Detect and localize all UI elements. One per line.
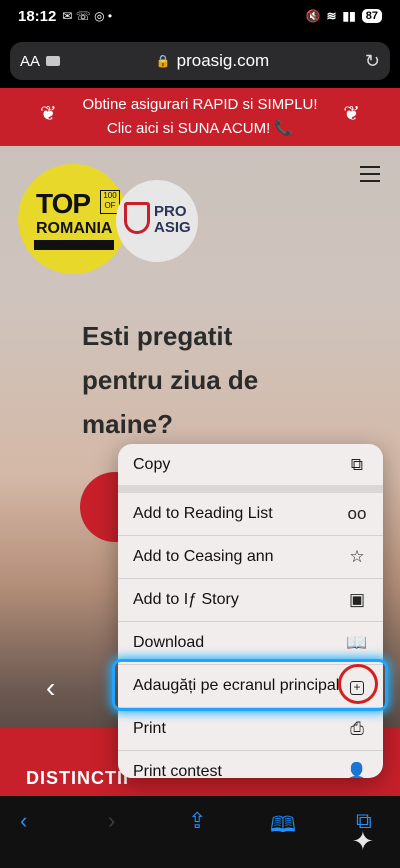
browser-toolbar: ‹ › ⇪ 🕮 ⧉ xyxy=(0,796,400,868)
glasses-icon: oo xyxy=(347,504,367,523)
proasig-logo[interactable]: PRO ASIG xyxy=(116,180,198,262)
menu-item-label: Copy xyxy=(133,455,171,473)
section-heading: DISTINCTII xyxy=(26,768,129,788)
badge-top-word: TOP xyxy=(36,188,91,219)
hamburger-menu-icon[interactable] xyxy=(360,166,380,182)
browser-header: AA 🔒 proasig.com ↻ xyxy=(0,32,400,88)
menu-item-download[interactable]: Download 📖 xyxy=(118,622,383,664)
menu-item-label: Print xyxy=(133,720,166,737)
logo-line-1: PRO xyxy=(154,203,187,220)
menu-item-label: Print contest xyxy=(133,763,222,778)
share-context-menu: Copy ⧉ Add to Reading List oo Add to Cea… xyxy=(118,444,383,778)
leaf-icon: ❦ xyxy=(343,103,360,125)
annotation-circle xyxy=(338,664,378,704)
address-bar[interactable]: AA 🔒 proasig.com ↻ xyxy=(10,42,390,80)
text-size-button[interactable]: AA xyxy=(20,53,40,70)
bookmarks-icon[interactable]: 🕮 xyxy=(270,808,296,846)
menu-item-print-contest[interactable]: Print contest 👤 xyxy=(118,751,383,778)
menu-item-label: Download xyxy=(133,634,205,651)
photos-icon: ▣ xyxy=(348,590,366,609)
promo-line-1: Obtine asigurari RAPID si SIMPLU! xyxy=(82,96,318,113)
url-text: proasig.com xyxy=(176,51,270,70)
chevron-left-icon[interactable]: ‹ xyxy=(46,672,55,704)
wifi-icon: ≋ xyxy=(326,9,337,23)
logo-text: PRO ASIG xyxy=(154,204,191,236)
status-time: 18:12 xyxy=(18,7,57,25)
star-icon: ☆ xyxy=(349,547,365,566)
url-field[interactable]: 🔒 proasig.com xyxy=(60,51,365,71)
sparkle-icon: ✦ xyxy=(352,826,374,856)
reload-icon[interactable]: ↻ xyxy=(365,51,380,72)
battery-indicator: 87 xyxy=(361,9,382,23)
forward-icon[interactable]: › xyxy=(108,808,115,834)
promo-banner[interactable]: ❦ Obtine asigurari RAPID si SIMPLU! Clic… xyxy=(0,88,400,146)
hero-line-3: maine? xyxy=(82,409,174,439)
menu-item-copy[interactable]: Copy ⧉ xyxy=(118,444,383,485)
printer-icon: ⎙ xyxy=(350,719,364,738)
badge-stripe xyxy=(34,240,114,250)
promo-line-2: Clic aici si SUNA ACUM! 📞 xyxy=(106,120,294,137)
status-bar: 18:12 ✉ ☏ ◎ • 🔇 ≋ ▮▮ 87 xyxy=(0,0,400,32)
badge-romania: ROMANIA xyxy=(36,220,113,237)
logo-line-2: ASIG xyxy=(154,219,191,236)
copy-icon: ⧉ xyxy=(350,454,364,474)
menu-item-label: Add to Ceasing ann xyxy=(133,548,274,565)
notification-icons: ✉ ☏ ◎ • xyxy=(62,9,113,23)
back-icon[interactable]: ‹ xyxy=(20,808,27,834)
menu-item-print[interactable]: Print ⎙ xyxy=(118,708,383,750)
signal-icon: ▮▮ xyxy=(342,9,356,23)
person-icon: 👤 xyxy=(346,762,368,778)
top-100-badge: TOP 100 OF ROMANIA xyxy=(18,164,128,274)
share-icon[interactable]: ⇪ xyxy=(188,808,206,834)
lock-icon: 🔒 xyxy=(155,54,171,68)
hero-title: Esti pregatit pentru ziua de maine? xyxy=(82,314,322,446)
menu-item-reading-list[interactable]: Add to Reading List oo xyxy=(118,493,383,535)
shield-icon xyxy=(124,202,150,234)
menu-item-label: Add to Reading List xyxy=(133,505,273,522)
hero-line-1: Esti pregatit xyxy=(82,321,233,351)
book-download-icon: 📖 xyxy=(346,633,368,652)
extension-icon[interactable] xyxy=(46,56,61,66)
menu-group-gap xyxy=(118,485,383,493)
menu-item-label: Add to Iƒ Story xyxy=(133,591,239,608)
menu-item-story[interactable]: Add to Iƒ Story ▣ xyxy=(118,579,383,621)
leaf-icon: ❦ xyxy=(40,103,57,125)
mute-icon: 🔇 xyxy=(305,9,321,23)
hero-line-2: pentru ziua de xyxy=(82,365,259,395)
menu-item-favorites[interactable]: Add to Ceasing ann ☆ xyxy=(118,536,383,578)
